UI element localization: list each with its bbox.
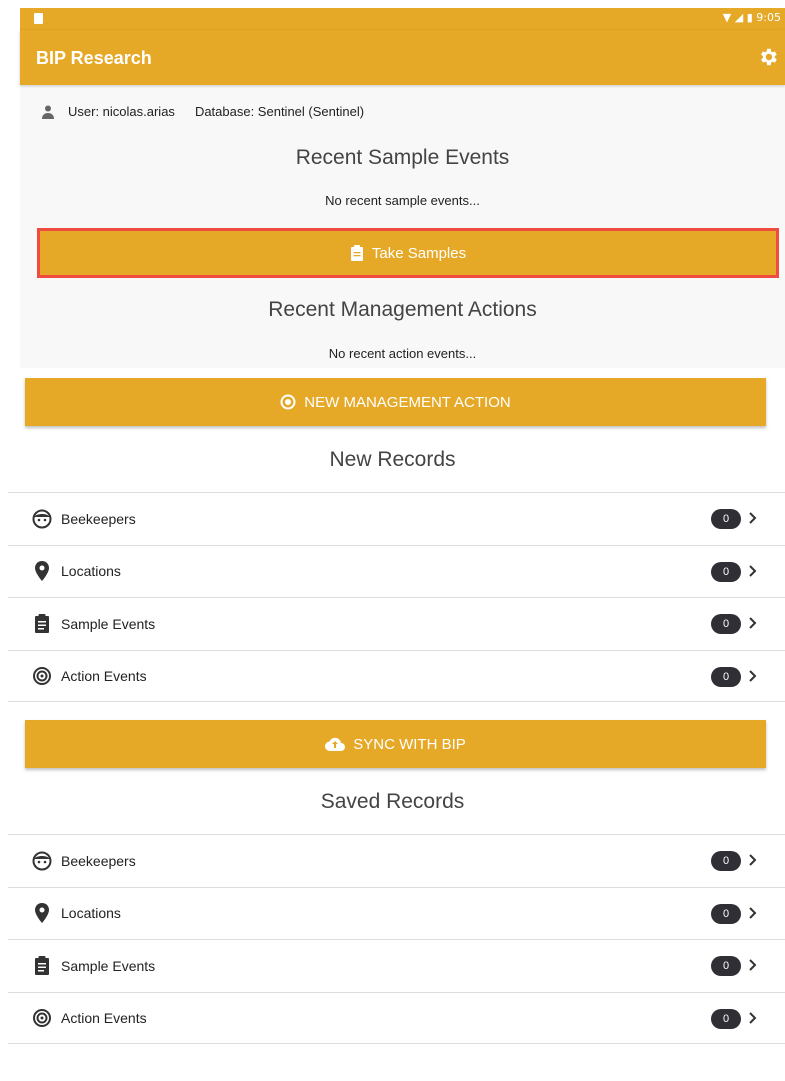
chevron-right-icon <box>749 669 757 682</box>
new-management-action-button[interactable]: NEW MANAGEMENT ACTION <box>25 378 766 426</box>
chevron-right-icon <box>749 959 757 971</box>
list-item-label: Beekeepers <box>61 510 136 527</box>
count-badge: 0 <box>711 851 741 871</box>
count-badge: 0 <box>711 614 741 634</box>
new-records-locations[interactable]: Locations 0 <box>8 544 785 598</box>
cloud-upload-icon <box>325 737 346 751</box>
new-records-heading: New Records <box>329 448 456 471</box>
list-item-label: Sample Events <box>61 957 156 974</box>
count-badge: 0 <box>711 1008 741 1029</box>
database-name: Database: Sentinel (Sentinel) <box>194 104 365 119</box>
saved-records-heading: Saved Records <box>320 790 465 813</box>
spiral-icon <box>31 665 53 687</box>
chevron-right-icon <box>749 564 757 577</box>
gear-icon[interactable] <box>757 46 779 68</box>
chevron-right-icon <box>749 1011 757 1024</box>
list-item-label: Action Events <box>61 667 147 684</box>
sync-with-bip-button[interactable]: SYNC WITH BIP <box>25 720 766 768</box>
map-pin-icon <box>31 902 53 924</box>
status-time: 9:05 <box>756 11 781 24</box>
saved-records-locations[interactable]: Locations 0 <box>8 886 785 940</box>
saved-records-action-events[interactable]: Action Events 0 <box>8 991 785 1044</box>
count-badge: 0 <box>711 561 741 582</box>
count-badge: 0 <box>711 956 741 976</box>
sim-card-icon <box>34 13 43 24</box>
new-records-beekeepers[interactable]: Beekeepers 0 <box>8 492 785 545</box>
chevron-right-icon <box>749 906 757 919</box>
saved-records-beekeepers[interactable]: Beekeepers 0 <box>8 834 785 887</box>
new-management-action-label: NEW MANAGEMENT ACTION <box>304 393 511 411</box>
spiral-icon <box>31 1007 53 1029</box>
new-records-sample-events[interactable]: Sample Events 0 <box>8 597 785 650</box>
clipboard-icon <box>350 245 363 261</box>
count-badge: 0 <box>711 903 741 924</box>
clipboard-icon <box>31 613 53 635</box>
person-icon <box>42 105 54 119</box>
list-item-label: Beekeepers <box>61 852 136 869</box>
recent-actions-heading: Recent Management Actions <box>268 298 537 321</box>
user-info: User: nicolas.arias Database: Sentinel (… <box>42 104 364 119</box>
saved-records-sample-events[interactable]: Sample Events 0 <box>8 939 785 992</box>
list-item-label: Action Events <box>61 1009 147 1026</box>
signal-icon: ◢ <box>734 11 744 24</box>
new-records-list: Beekeepers 0 Locations 0 Sample Events 0… <box>8 492 785 702</box>
count-badge: 0 <box>711 509 741 529</box>
chevron-right-icon <box>749 512 757 524</box>
list-item-label: Locations <box>61 905 121 922</box>
recent-samples-empty: No recent sample events... <box>325 193 480 208</box>
count-badge: 0 <box>711 666 741 687</box>
app-title: BIP Research <box>36 48 152 68</box>
take-samples-label: Take Samples <box>371 244 467 262</box>
sync-label: SYNC WITH BIP <box>353 735 466 753</box>
status-indicators: ▼ ◢ ▮ 9:05 <box>723 11 781 24</box>
new-records-action-events[interactable]: Action Events 0 <box>8 649 785 702</box>
chevron-right-icon <box>749 617 757 629</box>
clipboard-icon <box>31 955 53 977</box>
spiral-icon <box>280 394 296 410</box>
chevron-right-icon <box>749 854 757 866</box>
wifi-icon: ▼ <box>722 11 732 24</box>
face-icon <box>31 850 53 872</box>
app-bar: BIP Research <box>20 30 785 85</box>
recent-actions-empty: No recent action events... <box>328 346 477 361</box>
map-pin-icon <box>31 560 53 582</box>
user-name: User: nicolas.arias <box>68 104 175 119</box>
battery-icon: ▮ <box>746 11 753 24</box>
recent-samples-heading: Recent Sample Events <box>295 146 510 169</box>
saved-records-list: Beekeepers 0 Locations 0 Sample Events 0… <box>8 834 785 1044</box>
list-item-label: Locations <box>61 563 121 580</box>
top-panel: ▼ ◢ ▮ 9:05 BIP Research User: nicolas.ar… <box>20 8 785 368</box>
list-item-label: Sample Events <box>61 615 156 632</box>
take-samples-button[interactable]: Take Samples <box>37 228 779 278</box>
status-bar: ▼ ◢ ▮ 9:05 <box>20 8 785 30</box>
face-icon <box>31 508 53 530</box>
